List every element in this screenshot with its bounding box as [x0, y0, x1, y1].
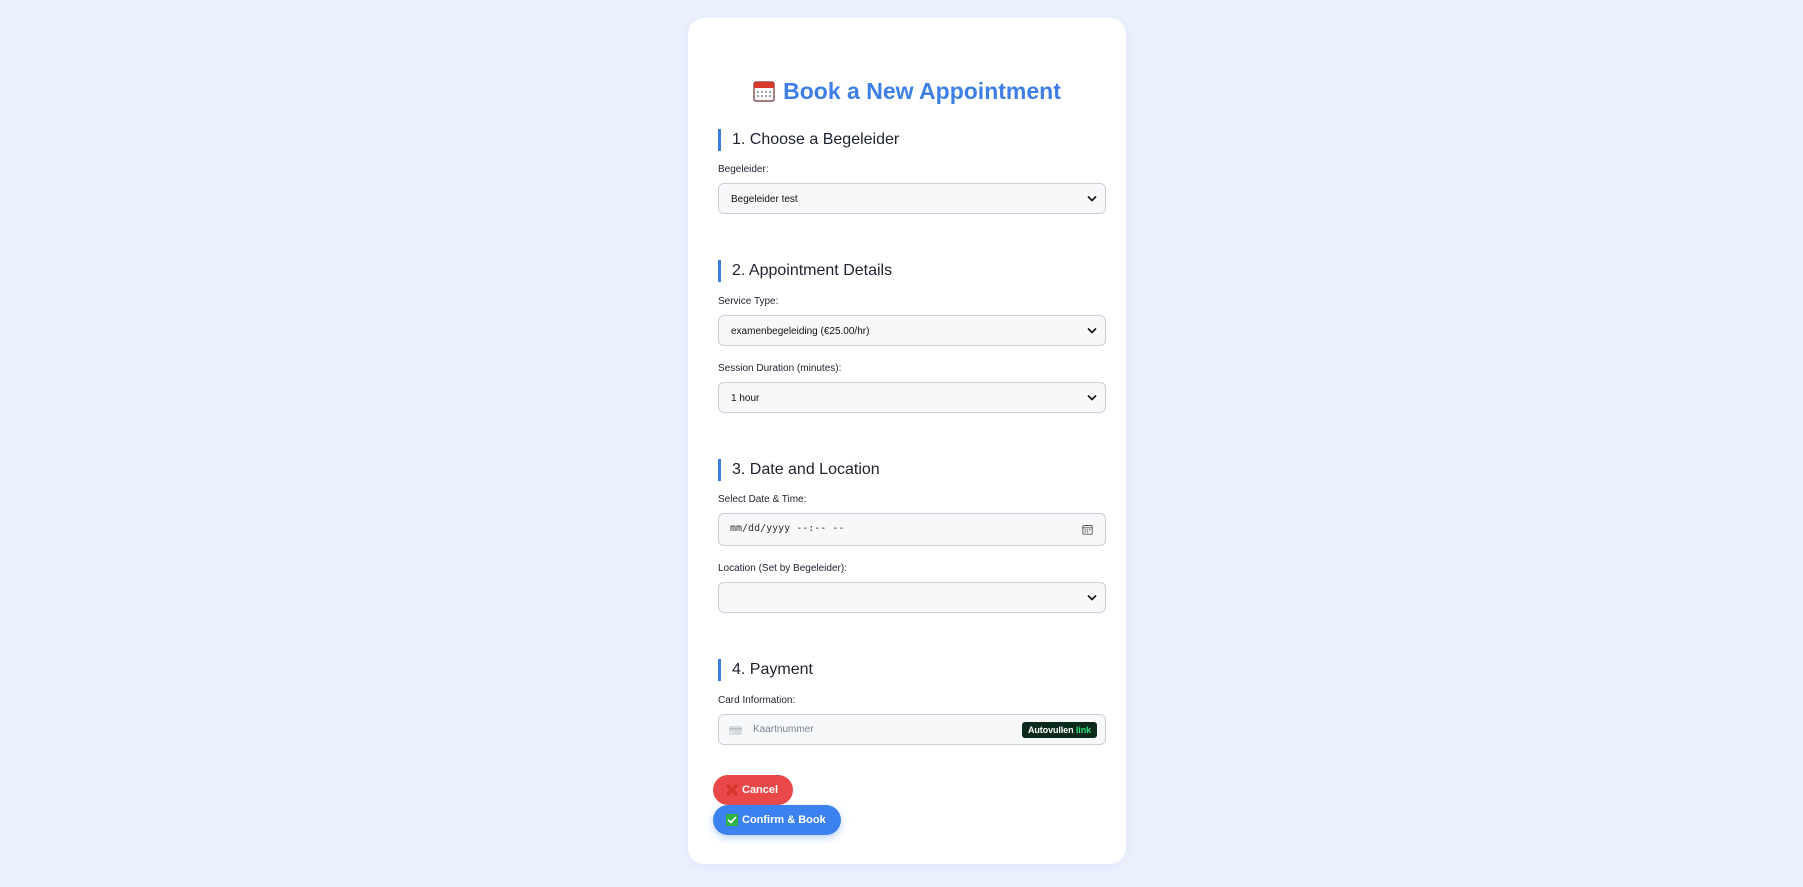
service-type-select-value: examenbegeleiding (€25.00/hr)	[731, 326, 870, 337]
section-heading-begeleider: 1. Choose a Begeleider	[718, 129, 899, 151]
cross-mark-icon	[726, 784, 738, 796]
session-duration-select-value: 1 hour	[731, 393, 760, 404]
chevron-down-icon	[1087, 196, 1097, 202]
cancel-button[interactable]: Cancel	[713, 775, 794, 805]
page-title-text: Book a New Appointment	[783, 78, 1061, 104]
chevron-down-icon	[1087, 328, 1097, 334]
section-heading-details: 2. Appointment Details	[718, 260, 892, 282]
session-duration-select[interactable]: 1 hour	[718, 382, 1106, 413]
booking-card: Book a New Appointment 1. Choose a Begel…	[688, 18, 1126, 864]
location-label: Location (Set by Begeleider):	[718, 563, 847, 574]
session-duration-label: Session Duration (minutes):	[718, 363, 842, 374]
cancel-button-label: Cancel	[742, 784, 779, 796]
card-number-placeholder: Kaartnummer	[753, 724, 814, 735]
begeleider-label: Begeleider:	[718, 164, 769, 175]
page-title: Book a New Appointment	[688, 76, 1126, 106]
credit-card-icon	[729, 726, 742, 735]
autofill-link-button[interactable]: Autovullen link	[1021, 722, 1097, 738]
datetime-label: Select Date & Time:	[718, 494, 807, 505]
chevron-down-icon	[1087, 395, 1097, 401]
service-type-label: Service Type:	[718, 296, 779, 307]
card-information-label: Card Information:	[718, 695, 796, 706]
autofill-link-text: link	[1075, 725, 1091, 735]
calendar-icon	[753, 79, 775, 102]
calendar-picker-icon[interactable]	[1082, 524, 1093, 535]
location-select[interactable]	[718, 582, 1106, 613]
datetime-input[interactable]: mm/dd/yyyy --:-- --	[718, 513, 1106, 546]
confirm-book-button-label: Confirm & Book	[742, 814, 826, 826]
service-type-select[interactable]: examenbegeleiding (€25.00/hr)	[718, 315, 1106, 346]
section-heading-date-location: 3. Date and Location	[718, 459, 880, 481]
begeleider-select-value: Begeleider test	[731, 194, 798, 205]
confirm-book-button[interactable]: Confirm & Book	[713, 805, 841, 835]
chevron-down-icon	[1087, 595, 1097, 601]
begeleider-select[interactable]: Begeleider test	[718, 183, 1106, 214]
autofill-text: Autovullen	[1027, 725, 1074, 735]
check-mark-icon	[726, 814, 738, 826]
section-heading-payment: 4. Payment	[718, 659, 813, 681]
card-number-input[interactable]: Kaartnummer Autovullen link	[718, 714, 1106, 745]
datetime-placeholder: mm/dd/yyyy --:-- --	[730, 523, 845, 534]
